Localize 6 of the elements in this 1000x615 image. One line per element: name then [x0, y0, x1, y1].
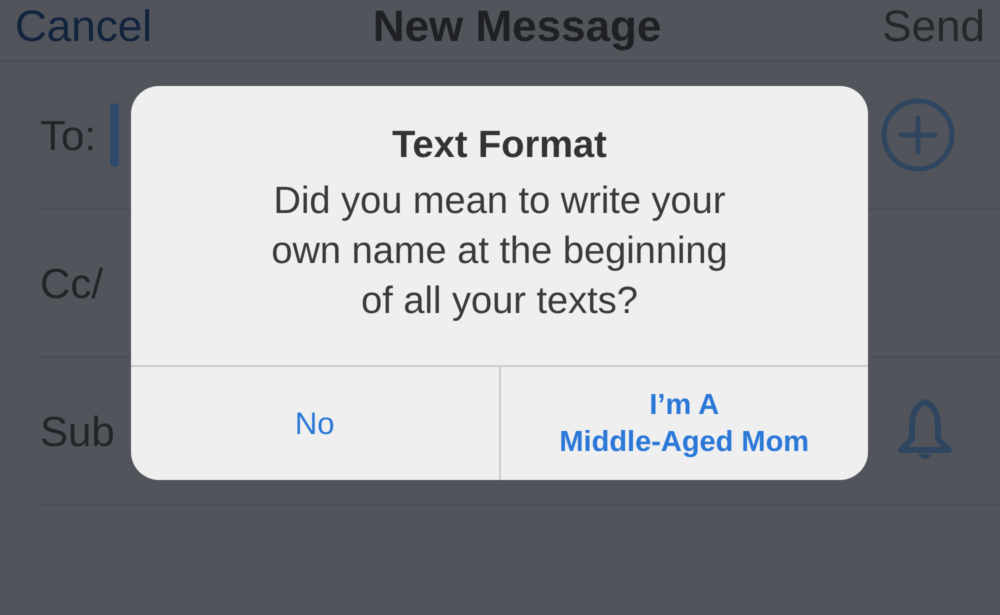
dialog-button[interactable]: No — [131, 367, 500, 480]
plus-circle-icon[interactable] — [881, 98, 955, 172]
alert-message: Did you mean to write your own name at the beginning of all your texts? — [270, 179, 729, 324]
alert-title: Text Format — [392, 123, 607, 168]
dialog-button[interactable]: I’m A Middle-Aged Mom — [500, 367, 868, 480]
cancel-button[interactable]: Cancel — [15, 2, 152, 52]
